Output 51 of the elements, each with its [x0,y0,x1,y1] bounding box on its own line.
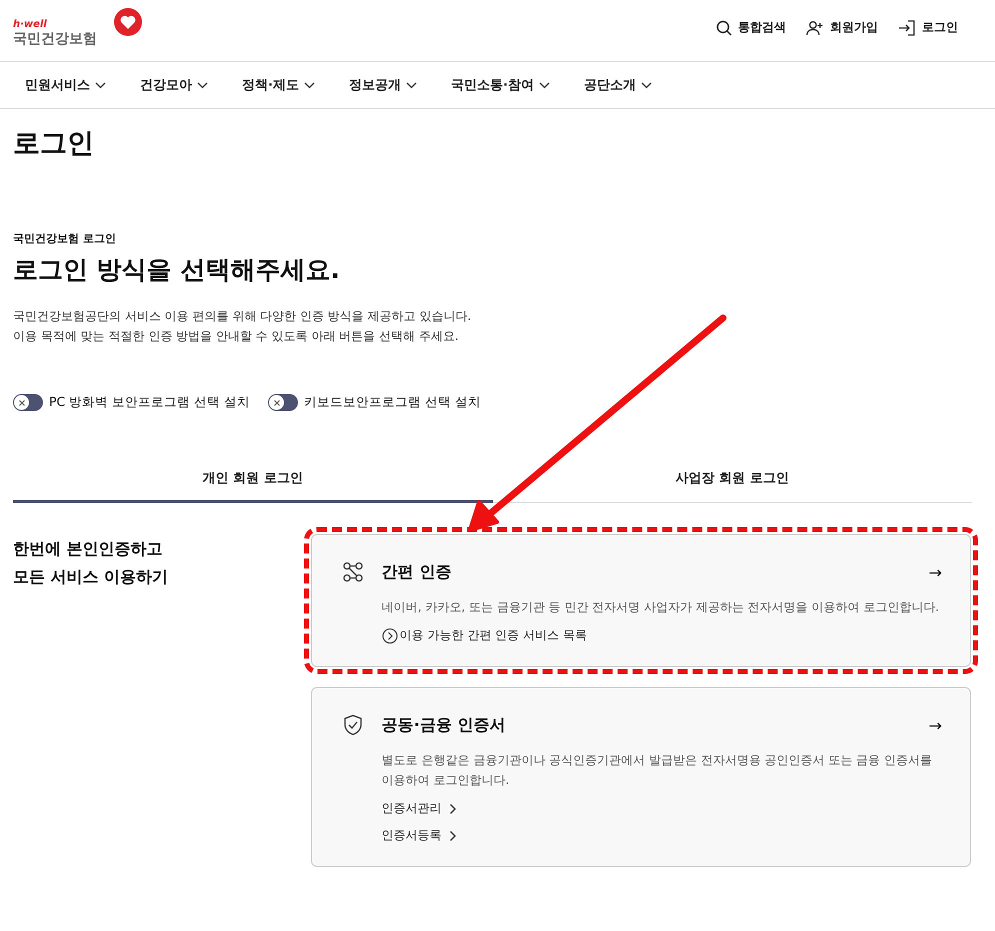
close-icon [272,398,281,406]
login-option-card[interactable]: 공동·금융 인증서 → 별도로 은행같은 금융기관이나 공식인증기관에서 발급받은 전자서명용 공인인증서 또는 금융 인증서를 이용하여 로그인합니다. 인증서관리 인증서등록 [310,687,971,867]
logo-tagline: h·well [13,19,48,30]
nav-menu-item[interactable]: 정책·제도 [242,76,315,94]
heart-logo-icon [113,7,143,37]
header-link[interactable]: 통합검색 [716,19,786,36]
user-add-icon [806,20,824,36]
shield-check-icon [342,714,364,736]
nav-menu-item[interactable]: 민원서비스 [25,76,106,94]
chevron-down-icon [95,82,106,88]
card-description: 별도로 은행같은 금융기관이나 공식인증기관에서 발급받은 전자서명용 공인인증서 또는 금융 인증서를 이용하여 로그인합니다. [382,752,934,789]
nav-menu-item[interactable]: 정보공개 [348,76,417,94]
nodes-icon [342,561,364,583]
login-icon [898,20,916,36]
card-title: 간편 인증 [382,562,452,582]
chevron-right-icon [448,830,458,842]
chevron-down-icon [197,82,208,88]
chevron-down-icon [406,82,417,88]
intro-text: 이용 목적에 맞는 적절한 인증 방법을 안내할 수 있도록 아래 버튼을 선택해 주세요. [13,328,460,345]
page-title: 로그인 [13,127,95,161]
header-link[interactable]: 회원가입 [806,19,878,36]
login-tab[interactable]: 사업장 회원 로그인 [492,463,972,503]
section-heading: 로그인 방식을 선택해주세요. [13,254,341,286]
side-heading: 한번에 본인인증하고 [13,538,164,560]
arrow-icon: → [928,562,942,582]
chevron-down-icon [640,82,652,88]
nav-menu-item[interactable]: 건강모아 [140,76,208,94]
nav-menu-item[interactable]: 공단소개 [584,76,652,94]
toggle-label: PC 방화벽 보안프로그램 선택 설치 [49,394,250,411]
section-subtitle: 국민건강보험 로그인 [13,231,117,246]
chevron-down-icon [538,82,550,88]
header-link[interactable]: 로그인 [898,19,958,36]
side-heading: 모든 서비스 이용하기 [13,566,170,588]
logo-name[interactable]: 국민건강보험 [13,30,97,48]
toggle-switch[interactable] [268,394,298,411]
chevron-down-icon [304,82,315,88]
card-description: 네이버, 카카오, 또는 금융기관 등 민간 전자서명 사업자가 제공하는 전자서명을 이용하여 로그인합니다. [382,599,940,616]
toggle-switch[interactable] [13,394,43,411]
card-link[interactable]: 인증서관리 [382,800,458,817]
nav-menu-item[interactable]: 국민소통·참여 [450,76,550,94]
toggle-label: 키보드보안프로그램 선택 설치 [304,394,482,411]
card-link[interactable]: 인증서등록 [382,827,458,844]
login-tab[interactable]: 개인 회원 로그인 [13,463,492,503]
intro-text: 국민건강보험공단의 서비스 이용 편의를 위해 다양한 인증 방식을 제공하고 있습니다. [13,308,472,325]
close-icon [18,398,26,406]
card-title: 공동·금융 인증서 [382,714,506,736]
search-icon [716,20,732,36]
chevron-right-icon [448,802,458,814]
card-link[interactable]: 이용 가능한 간편 인증 서비스 목록 [382,627,587,644]
chevron-circle-icon [382,628,398,644]
arrow-icon: → [928,716,942,734]
